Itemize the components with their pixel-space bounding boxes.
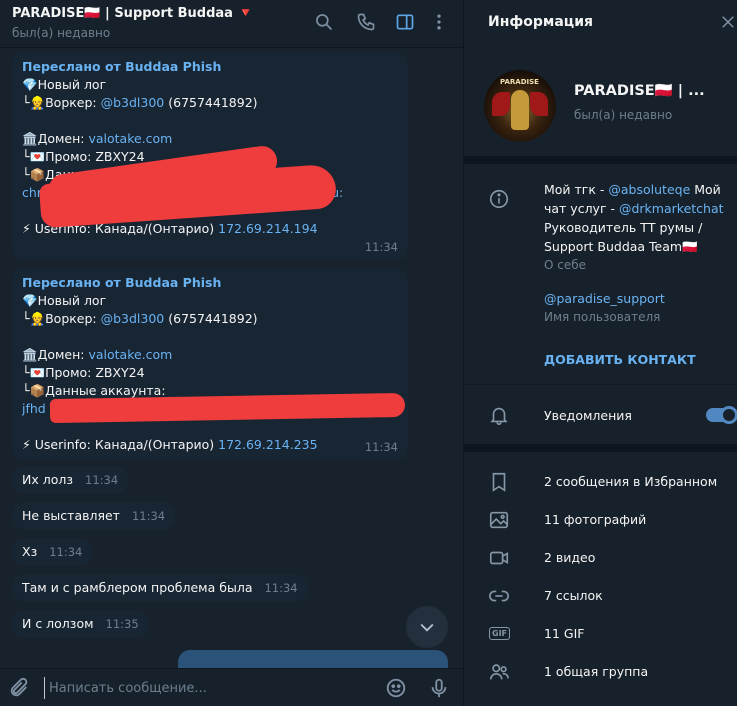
bio-text: Мой тгк - @absoluteqe Мой чат услуг - @d… — [544, 182, 724, 254]
media-row-saved[interactable]: 2 сообщения в Избранном — [464, 463, 737, 501]
userinfo-line: ⚡ Userinfo: Канада/(Онтарио) 172.69.214.… — [22, 437, 318, 452]
message-time: 11:34 — [85, 473, 119, 487]
message-text: Не выставляет — [22, 508, 120, 523]
bio-link-channel[interactable]: @absoluteqe — [608, 182, 690, 197]
media-label: 11 GIF — [544, 626, 585, 641]
avatar-wing-left — [492, 92, 510, 116]
forwarded-from[interactable]: Переслано от Buddaa Phish — [22, 58, 398, 76]
forwarded-message[interactable]: Переслано от Buddaa Phish 💎Новый лог └👷В… — [12, 268, 408, 460]
message-input[interactable] — [44, 677, 364, 699]
ip-link[interactable]: 172.69.214.235 — [218, 437, 317, 452]
info-icon — [488, 188, 512, 212]
chat-header[interactable]: PARADISE🇵🇱 | Support Buddaa 🔻 был(а) нед… — [0, 0, 463, 48]
more-icon[interactable] — [428, 12, 450, 34]
add-contact-button[interactable]: ДОБАВИТЬ КОНТАКТ — [544, 352, 696, 367]
avatar-figure — [511, 90, 529, 130]
message-time: 11:34 — [49, 545, 83, 559]
username-link[interactable]: @paradise_support — [544, 291, 665, 306]
avatar-wing-right — [530, 92, 548, 116]
media-label: 11 фотографий — [544, 512, 647, 527]
composer — [0, 668, 463, 706]
media-row-groups[interactable]: 1 общая группа — [464, 653, 737, 691]
emoji-icon[interactable] — [385, 677, 409, 701]
message-time: 11:34 — [364, 440, 398, 454]
chat-message[interactable]: Их лолз 11:34 — [12, 466, 129, 494]
message-list[interactable]: Переслано от Buddaa Phish 💎Новый лог └👷В… — [0, 48, 463, 660]
notifications-toggle[interactable] — [706, 406, 737, 424]
chat-title[interactable]: PARADISE🇵🇱 | Support Buddaa 🔻 — [12, 6, 254, 21]
forwarded-from[interactable]: Переслано от Buddaa Phish — [22, 274, 398, 292]
avatar[interactable]: PARADISE — [484, 70, 556, 142]
message-text: И с лолзом — [22, 616, 94, 631]
media-label: 2 видео — [544, 550, 596, 565]
bell-icon — [488, 404, 512, 428]
message-text: Хз — [22, 544, 38, 559]
video-icon — [488, 547, 512, 571]
message-text: Там и с рамблером проблема была — [22, 580, 253, 595]
new-log-line: 💎Новый лог — [22, 77, 107, 92]
outgoing-message[interactable] — [178, 650, 448, 670]
new-log-line: 💎Новый лог — [22, 293, 107, 308]
domain-line: 🏛️Домен: valotake.com — [22, 131, 173, 146]
ip-link[interactable]: 172.69.214.194 — [218, 221, 317, 236]
chat-message[interactable]: Там и с рамблером проблема была 11:34 — [12, 574, 308, 602]
group-icon — [488, 661, 512, 685]
message-time: 11:35 — [105, 617, 139, 631]
sidebar-toggle-icon[interactable] — [394, 12, 416, 34]
worker-line: └👷Воркер: @b3dl300 (6757441892) — [22, 95, 258, 110]
domain-link[interactable]: valotake.com — [88, 347, 172, 362]
worker-link[interactable]: @b3dl300 — [101, 95, 165, 110]
bio-block: Мой тгк - @absoluteqe Мой чат услуг - @d… — [544, 180, 724, 327]
profile-status: был(а) недавно — [574, 108, 673, 122]
username-label: Имя пользователя — [544, 310, 661, 324]
info-panel: Информация PARADISE PARADISE🇵🇱 | ... был… — [463, 0, 737, 706]
info-title: Информация — [488, 14, 593, 30]
media-row-videos[interactable]: 2 видео — [464, 539, 737, 577]
chat-message[interactable]: Хз 11:34 — [12, 538, 93, 566]
bio-label: О себе — [544, 258, 587, 272]
media-label: 1 общая группа — [544, 664, 649, 679]
worker-line: └👷Воркер: @b3dl300 (6757441892) — [22, 311, 258, 326]
microphone-icon[interactable] — [428, 677, 452, 701]
avatar-text: PARADISE — [500, 78, 539, 86]
worker-link[interactable]: @b3dl300 — [101, 311, 165, 326]
gif-icon: GIF — [488, 623, 512, 647]
message-text: Их лолз — [22, 472, 73, 487]
domain-line: 🏛️Домен: valotake.com — [22, 347, 173, 362]
link-icon — [488, 585, 512, 609]
search-icon[interactable] — [313, 12, 335, 34]
media-label: 7 ссылок — [544, 588, 603, 603]
media-row-links[interactable]: 7 ссылок — [464, 577, 737, 615]
bookmark-icon — [488, 471, 512, 495]
media-label: 2 сообщения в Избранном — [544, 474, 718, 489]
message-time: 11:34 — [131, 509, 166, 523]
photo-icon — [488, 509, 512, 533]
media-row-gifs[interactable]: GIF 11 GIF — [464, 615, 737, 653]
chat-message[interactable]: И с лолзом 11:35 — [12, 610, 149, 638]
media-row-photos[interactable]: 11 фотографий — [464, 501, 737, 539]
message-time: 11:34 — [364, 240, 398, 254]
notifications-label: Уведомления — [544, 408, 632, 423]
chat-panel: PARADISE🇵🇱 | Support Buddaa 🔻 был(а) нед… — [0, 0, 463, 706]
domain-link[interactable]: valotake.com — [88, 131, 172, 146]
bio-link-chat[interactable]: @drkmarketchat — [619, 201, 724, 216]
scroll-down-button[interactable] — [406, 606, 448, 648]
divider — [464, 384, 737, 385]
promo-line: └💌Промо: ZBXY24 — [22, 365, 145, 380]
message-time: 11:34 — [264, 581, 298, 595]
divider — [464, 156, 737, 164]
profile-name: PARADISE🇵🇱 | ... — [574, 83, 705, 99]
divider — [464, 444, 737, 452]
attach-icon[interactable] — [8, 677, 32, 701]
phone-icon[interactable] — [355, 12, 377, 34]
chat-status: был(а) недавно — [12, 26, 111, 40]
toggle-knob — [720, 406, 737, 424]
close-icon[interactable] — [719, 12, 737, 36]
chat-message[interactable]: Не выставляет 11:34 — [12, 502, 176, 530]
